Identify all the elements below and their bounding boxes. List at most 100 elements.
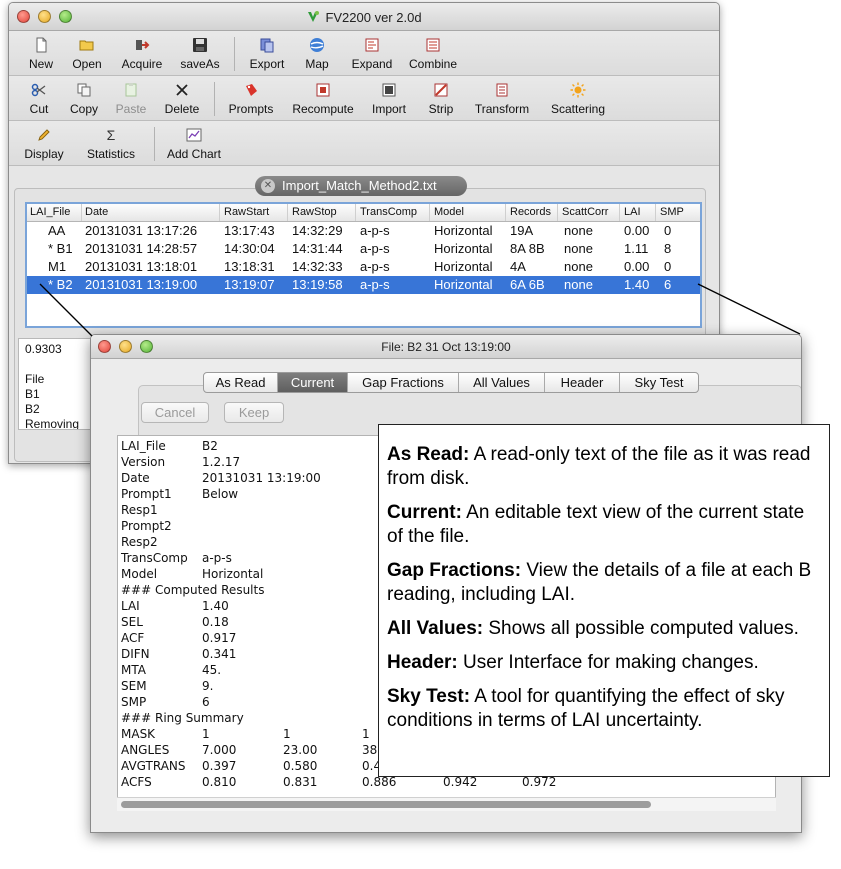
column-divider <box>219 204 220 221</box>
open-button[interactable]: Open <box>67 31 107 75</box>
column-divider <box>355 204 356 221</box>
column-header[interactable]: TransComp <box>360 206 417 220</box>
file-value: 1 <box>202 727 210 741</box>
cell-smp: 6 <box>664 277 672 292</box>
new-label: New <box>28 57 53 71</box>
tab-header[interactable]: Header <box>545 373 620 392</box>
acquire-button[interactable]: Acquire <box>117 31 167 75</box>
prompts-button[interactable]: Prompts <box>225 76 277 120</box>
column-header[interactable]: Model <box>434 206 464 220</box>
column-divider <box>505 204 506 221</box>
new-button[interactable]: New <box>23 31 59 75</box>
statistics-button[interactable]: Σ Statistics <box>81 121 141 165</box>
tab-current[interactable]: Current <box>278 373 348 392</box>
combine-button[interactable]: Combine <box>407 31 459 75</box>
cell-date: 20131031 13:17:26 <box>85 223 198 238</box>
file-key: MTA <box>121 663 146 677</box>
table-row[interactable]: * B1 20131031 14:28:57 14:30:04 14:31:44… <box>27 240 700 258</box>
paste-button[interactable]: Paste <box>113 76 149 120</box>
import-button[interactable]: Import <box>369 76 409 120</box>
tab-gap-fractions[interactable]: Gap Fractions <box>348 373 459 392</box>
file-value: 0.810 <box>202 775 237 789</box>
cell-raw-stop: 13:19:58 <box>292 277 343 292</box>
transform-icon <box>496 83 508 97</box>
output-line: Removing <box>25 417 80 430</box>
file-value: 6 <box>202 695 210 709</box>
cancel-button[interactable]: Cancel <box>141 402 209 423</box>
strip-button[interactable]: Strip <box>425 76 457 120</box>
recompute-button[interactable]: Recompute <box>290 76 356 120</box>
paste-icon <box>125 83 137 97</box>
tab-sky-test[interactable]: Sky Test <box>620 373 698 392</box>
dialog-titlebar: File: B2 31 Oct 13:19:00 <box>91 335 801 359</box>
tab-all-values[interactable]: All Values <box>459 373 545 392</box>
file-key: LAI <box>121 599 140 613</box>
file-key: SMP <box>121 695 147 709</box>
cell-raw-start: 14:30:04 <box>224 241 275 256</box>
column-header[interactable]: SMP <box>660 206 684 220</box>
delete-icon <box>176 84 188 96</box>
file-value: 7.000 <box>202 743 237 757</box>
cell-lai: 1.40 <box>624 277 650 292</box>
column-header[interactable]: LAI <box>624 206 641 220</box>
export-label: Export <box>249 57 285 71</box>
pencil-icon <box>38 129 50 141</box>
file-key: Resp2 <box>121 535 158 549</box>
map-button[interactable]: Map <box>299 31 335 75</box>
callout-term: All Values: <box>387 618 484 639</box>
column-header[interactable]: ScattCorr <box>562 206 608 220</box>
cell-trans-comp: a-p-s <box>360 223 390 238</box>
keep-button[interactable]: Keep <box>224 402 284 423</box>
horizontal-scrollbar[interactable] <box>117 797 776 811</box>
transform-label: Transform <box>474 102 530 116</box>
table-row[interactable]: M1 20131031 13:18:01 13:18:31 14:32:33 a… <box>27 258 700 276</box>
cut-button[interactable]: Cut <box>23 76 55 120</box>
column-header[interactable]: Date <box>85 206 108 220</box>
copy-button[interactable]: Copy <box>67 76 101 120</box>
globe-icon <box>310 38 324 52</box>
paste-label: Paste <box>115 102 147 116</box>
column-header[interactable]: RawStop <box>292 206 337 220</box>
cell-records: 4A <box>510 259 526 274</box>
column-header[interactable]: Records <box>510 206 551 220</box>
file-key: Prompt1 <box>121 487 172 501</box>
cell-lai-file: AA <box>48 223 66 238</box>
expand-button[interactable]: Expand <box>349 31 395 75</box>
display-button[interactable]: Display <box>23 121 65 165</box>
strip-label: Strip <box>428 102 454 116</box>
display-label: Display <box>24 147 64 161</box>
cut-label: Cut <box>29 102 49 116</box>
cell-scatt-corr: none <box>564 277 593 292</box>
scattering-button[interactable]: Scattering <box>547 76 609 120</box>
saveas-button[interactable]: saveAs <box>177 31 223 75</box>
column-header[interactable]: LAI_File <box>30 206 70 220</box>
cell-raw-start: 13:17:43 <box>224 223 275 238</box>
column-divider <box>81 204 82 221</box>
open-label: Open <box>72 57 102 71</box>
output-text-pane[interactable]: 0.9303 File B1 B2 Removing <box>18 338 98 430</box>
file-table[interactable]: LAI_File Date RawStart RawStop TransComp… <box>25 202 702 328</box>
cell-model: Horizontal <box>434 277 493 292</box>
file-value: 20131031 13:19:00 <box>202 471 321 485</box>
file-value: 1.2.17 <box>202 455 241 469</box>
close-tab-icon[interactable]: ✕ <box>261 179 275 193</box>
cell-smp: 0 <box>664 259 672 274</box>
tab-as-read[interactable]: As Read <box>204 373 278 392</box>
column-header[interactable]: RawStart <box>224 206 269 220</box>
cell-model: Horizontal <box>434 241 493 256</box>
combine-icon <box>426 38 440 52</box>
table-header: LAI_File Date RawStart RawStop TransComp… <box>27 204 700 222</box>
add-chart-button[interactable]: Add Chart <box>164 121 224 165</box>
cell-date: 20131031 13:19:00 <box>85 277 198 292</box>
table-row-selected[interactable]: * B2 20131031 13:19:00 13:19:07 13:19:58… <box>27 276 700 294</box>
file-key: Date <box>121 471 150 485</box>
delete-button[interactable]: Delete <box>163 76 201 120</box>
open-file-tab[interactable]: ✕ Import_Match_Method2.txt <box>255 176 467 196</box>
file-key: Model <box>121 567 158 581</box>
chart-icon <box>186 128 202 142</box>
export-button[interactable]: Export <box>245 31 289 75</box>
transform-button[interactable]: Transform <box>471 76 533 120</box>
table-row[interactable]: AA 20131031 13:17:26 13:17:43 14:32:29 a… <box>27 222 700 240</box>
scrollbar-thumb[interactable] <box>121 801 651 808</box>
callout-term: Gap Fractions: <box>387 560 522 581</box>
